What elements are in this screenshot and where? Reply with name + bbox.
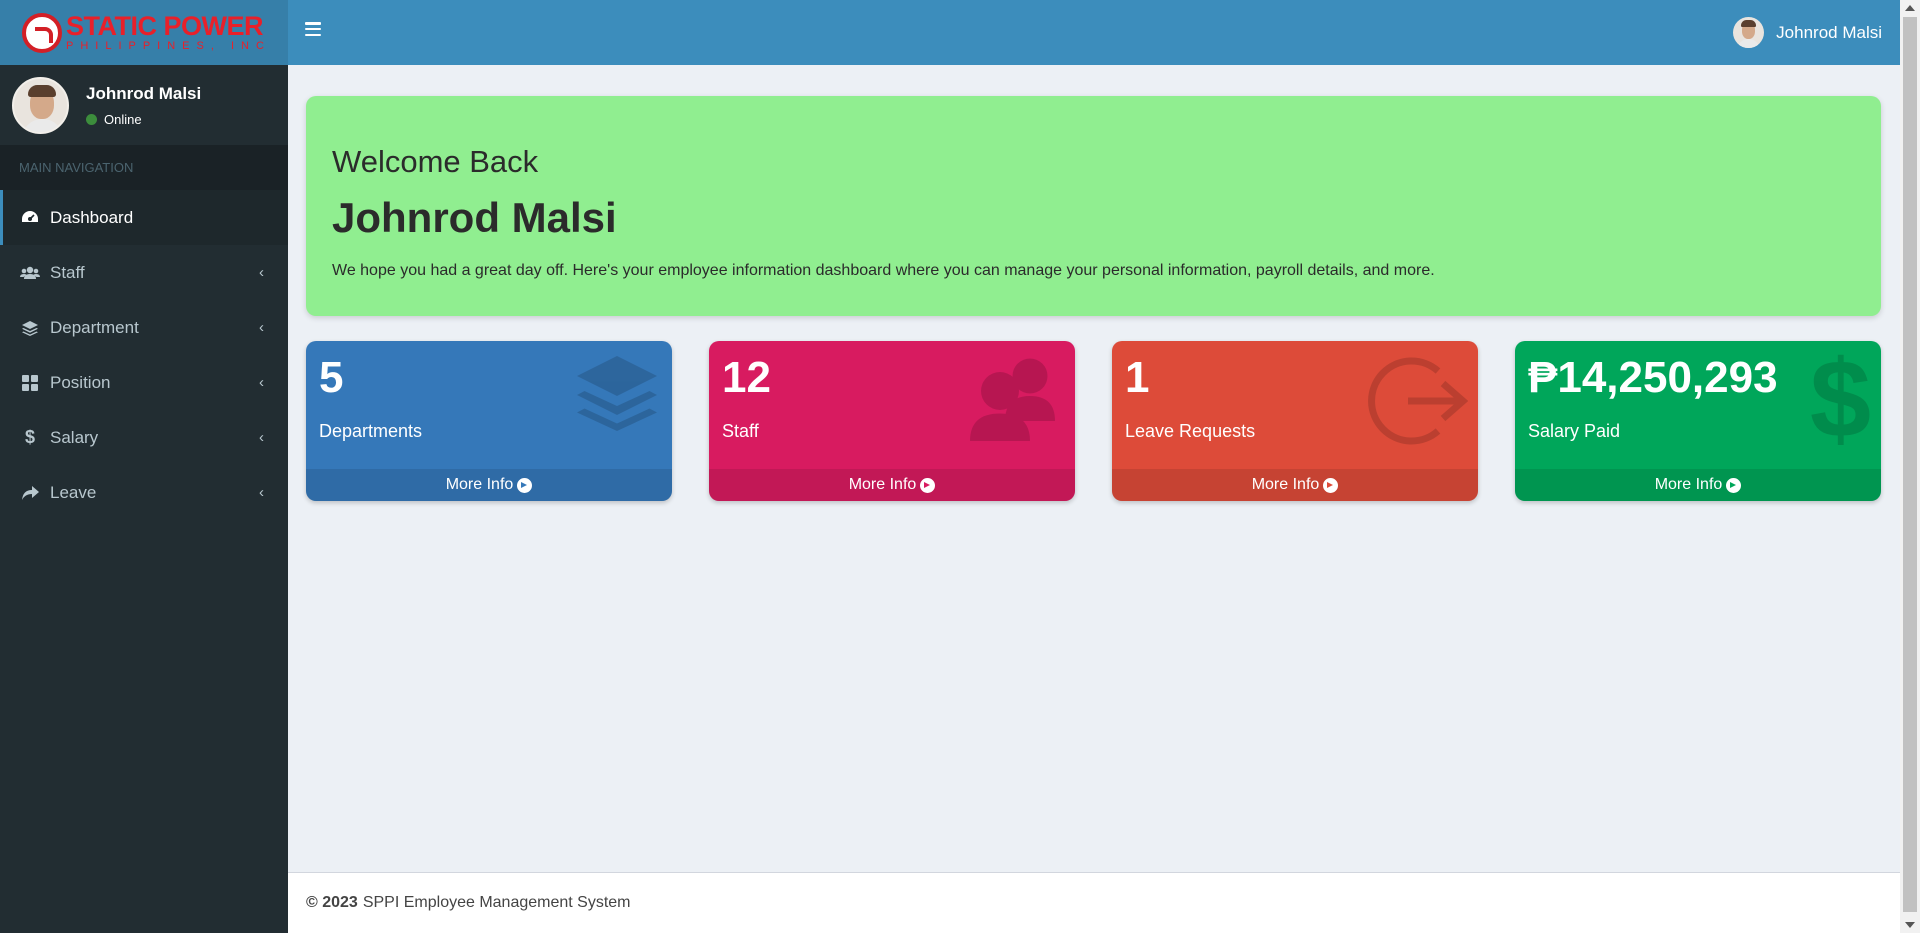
vertical-scrollbar[interactable] <box>1900 0 1920 933</box>
brand-title: STATIC POWER <box>66 11 263 41</box>
card-value: 12 <box>722 353 771 402</box>
avatar <box>1733 17 1765 48</box>
departments-card: 5 Departments More Info <box>306 341 672 501</box>
header-user-name: Johnrod Malsi <box>1776 22 1882 42</box>
chevron-left-icon: ‹ <box>259 429 264 446</box>
user-status[interactable]: Online <box>86 112 201 127</box>
card-value: ₱14,250,293 <box>1528 353 1778 402</box>
page-footer: © 2023 SPPI Employee Management System <box>288 872 1900 933</box>
menu-toggle-icon[interactable] <box>305 22 321 36</box>
card-label: Leave Requests <box>1125 421 1256 441</box>
sidebar-item-position[interactable]: Position ‹ <box>0 355 288 410</box>
nav-header: MAIN NAVIGATION <box>0 145 288 190</box>
more-info-label: More Info <box>445 476 514 493</box>
sign-out-icon <box>1368 351 1469 456</box>
sidebar-item-department[interactable]: Department ‹ <box>0 300 288 355</box>
more-info-label: More Info <box>1654 476 1723 493</box>
arrow-circle-right-icon <box>1323 477 1339 493</box>
sidebar-item-dashboard[interactable]: Dashboard <box>0 190 288 245</box>
dollar-icon: $ <box>24 427 35 447</box>
chevron-left-icon: ‹ <box>259 374 264 391</box>
sidebar-item-staff[interactable]: Staff ‹ <box>0 245 288 300</box>
chevron-left-icon: ‹ <box>259 484 264 501</box>
dashboard-icon <box>20 208 40 228</box>
card-value: 1 <box>1125 353 1150 402</box>
chevron-left-icon: ‹ <box>259 319 264 336</box>
avatar <box>12 76 69 134</box>
share-icon <box>20 483 40 503</box>
more-info-link[interactable]: More Info <box>306 469 672 501</box>
sidebar-item-label: Salary <box>50 427 99 447</box>
footer-text: SPPI Employee Management System <box>362 894 631 911</box>
sidebar-item-label: Leave <box>50 482 97 502</box>
more-info-label: More Info <box>848 476 917 493</box>
scrollbar-thumb[interactable] <box>1903 17 1917 912</box>
layers-icon <box>572 351 662 446</box>
sidebar-item-label: Staff <box>50 262 85 282</box>
welcome-banner: Welcome Back Johnrod Malsi We hope you h… <box>306 96 1881 316</box>
sidebar-item-label: Department <box>50 317 139 337</box>
user-name: Johnrod Malsi <box>86 83 202 103</box>
card-label: Staff <box>722 421 759 441</box>
users-icon <box>965 351 1065 446</box>
scroll-up-arrow-icon[interactable] <box>1905 5 1915 11</box>
user-menu[interactable]: Johnrod Malsi <box>1733 17 1882 48</box>
more-info-link[interactable]: More Info <box>1112 469 1478 501</box>
arrow-circle-right-icon <box>1726 477 1742 493</box>
card-value: 5 <box>319 353 344 402</box>
card-label: Salary Paid <box>1528 421 1621 441</box>
main-content: Welcome Back Johnrod Malsi We hope you h… <box>288 65 1900 872</box>
welcome-greeting: Welcome Back <box>332 144 539 179</box>
sidebar: STATIC POWER PHILIPPINES, INC Johnrod Ma… <box>0 0 288 933</box>
welcome-name: Johnrod Malsi <box>332 194 617 241</box>
online-status-icon <box>86 113 97 125</box>
scroll-down-arrow-icon[interactable] <box>1905 922 1915 928</box>
welcome-message: We hope you had a great day off. Here's … <box>332 262 1435 279</box>
sidebar-item-label: Dashboard <box>50 207 134 227</box>
users-icon <box>20 263 40 283</box>
sidebar-item-salary[interactable]: $ Salary ‹ <box>0 410 288 465</box>
copyright-year: © 2023 <box>306 894 358 911</box>
grid-icon <box>20 373 40 393</box>
more-info-link[interactable]: More Info <box>1515 469 1881 501</box>
sidebar-item-leave[interactable]: Leave ‹ <box>0 465 288 520</box>
arrow-circle-right-icon <box>517 477 533 493</box>
stat-cards: 5 Departments More Info 12 Staff More In… <box>306 341 1881 501</box>
dollar-icon: $ <box>1809 341 1871 461</box>
user-panel: Johnrod Malsi Online <box>0 65 288 145</box>
top-navbar: Johnrod Malsi <box>288 0 1900 65</box>
status-label: Online <box>104 111 142 127</box>
leave-requests-card: 1 Leave Requests More Info <box>1112 341 1478 501</box>
chevron-left-icon: ‹ <box>259 264 264 281</box>
main-navigation: Dashboard Staff ‹ Department ‹ Position … <box>0 190 288 520</box>
sidebar-item-label: Position <box>50 372 111 392</box>
brand-subtitle: PHILIPPINES, INC <box>66 40 271 52</box>
salary-paid-card: ₱14,250,293 Salary Paid $ More Info <box>1515 341 1881 501</box>
arrow-circle-right-icon <box>920 477 936 493</box>
brand-logo-icon <box>22 12 62 53</box>
more-info-label: More Info <box>1251 476 1320 493</box>
more-info-link[interactable]: More Info <box>709 469 1075 501</box>
card-label: Departments <box>319 421 423 441</box>
brand-logo[interactable]: STATIC POWER PHILIPPINES, INC <box>0 0 288 65</box>
layers-icon <box>20 318 40 338</box>
staff-card: 12 Staff More Info <box>709 341 1075 501</box>
